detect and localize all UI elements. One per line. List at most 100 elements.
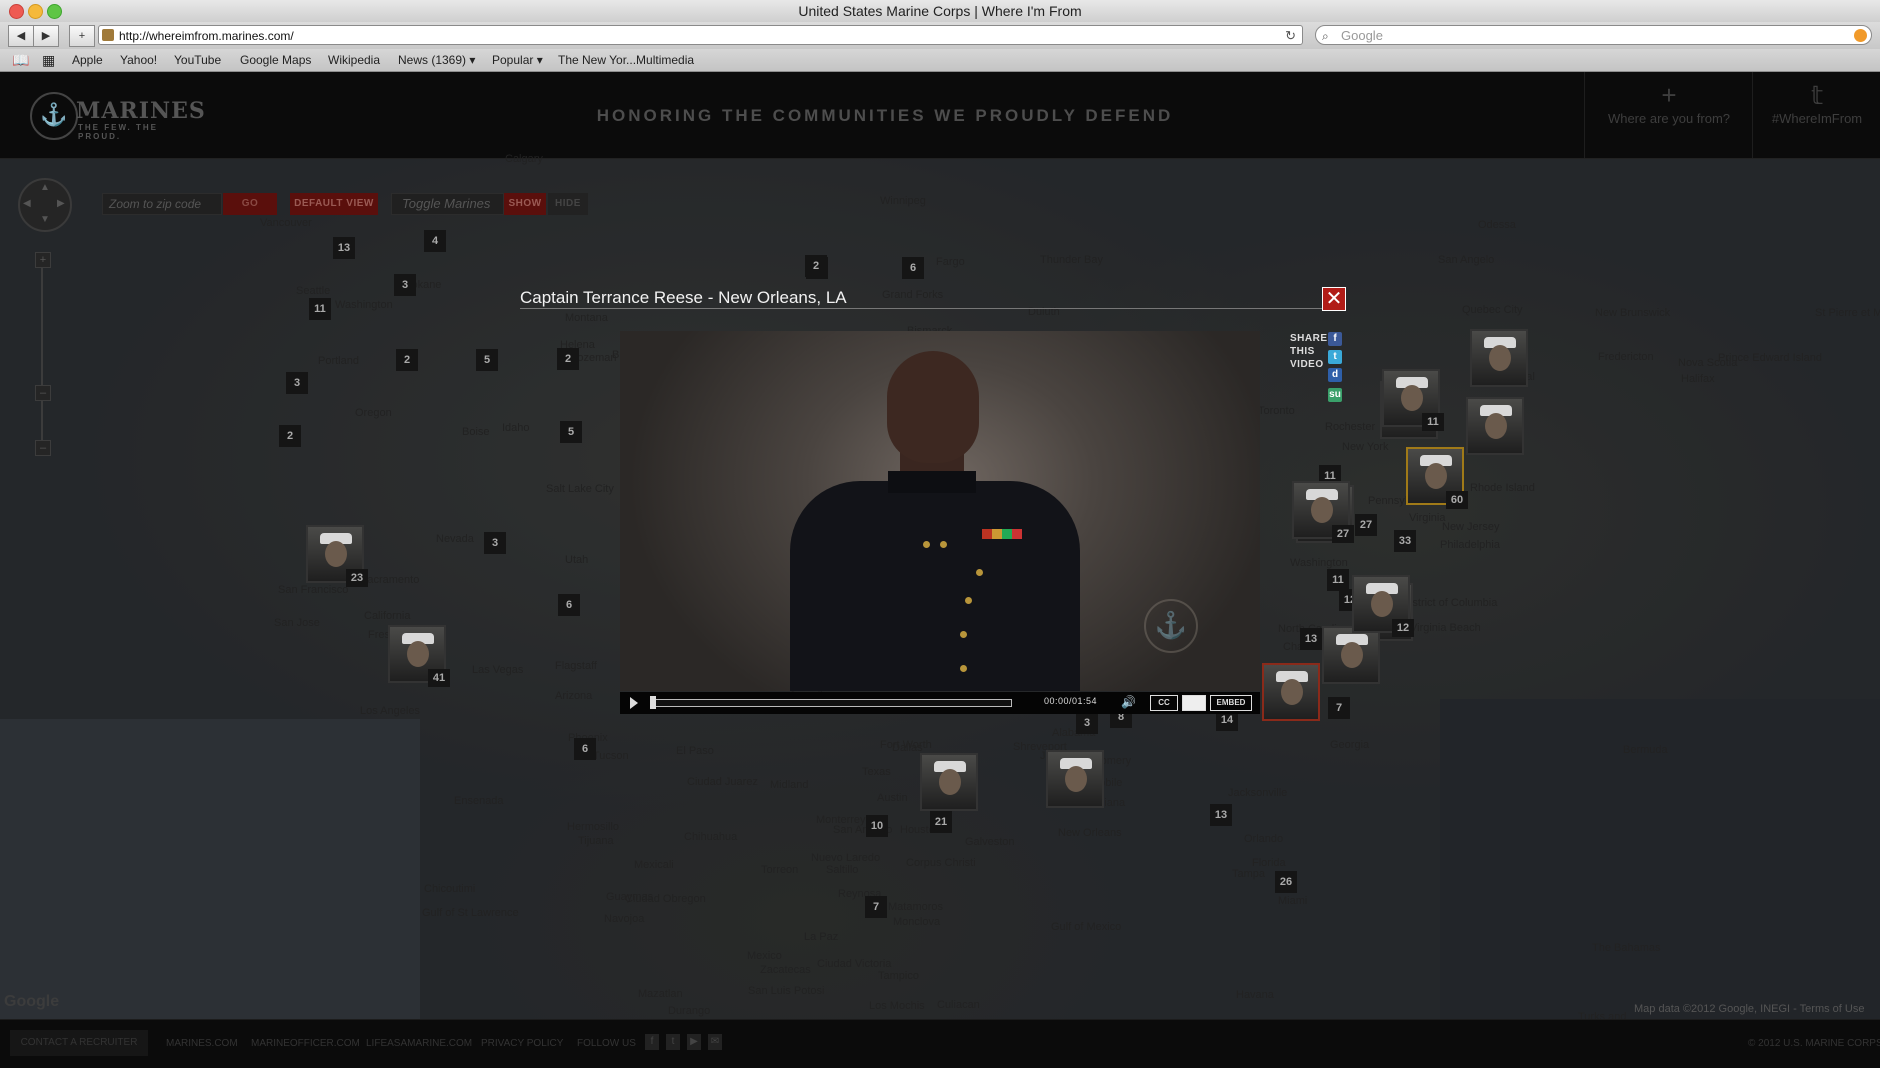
address-bar[interactable]: http://whereimfrom.marines.com/ ↻: [98, 25, 1303, 45]
marker-cluster[interactable]: 33: [1394, 530, 1416, 552]
bookmark-youtube[interactable]: YouTube: [174, 49, 221, 71]
marker-cluster[interactable]: 3: [286, 372, 308, 394]
bookmark-apple[interactable]: Apple: [72, 49, 103, 71]
marine-thumbnail[interactable]: [1046, 750, 1104, 808]
stumbleupon-share-icon[interactable]: su: [1328, 388, 1342, 402]
bookmark-news[interactable]: News (1369) ▾: [398, 49, 475, 71]
marine-thumbnail[interactable]: 27: [1292, 481, 1354, 543]
zoom-out-button[interactable]: –: [35, 440, 51, 456]
video-scrubber-handle[interactable]: [650, 696, 656, 709]
search-field[interactable]: ⌕ Google: [1315, 25, 1872, 45]
marker-cluster[interactable]: 13: [1210, 804, 1232, 826]
marker-cluster[interactable]: 7: [1328, 697, 1350, 719]
marker-cluster[interactable]: 3: [1076, 712, 1098, 734]
marine-thumbnail[interactable]: [1466, 397, 1524, 455]
marine-thumbnail[interactable]: [1470, 329, 1528, 387]
default-view-button[interactable]: DEFAULT VIEW: [290, 193, 378, 215]
minimize-window-button[interactable]: [28, 4, 43, 19]
embed-button[interactable]: EMBED: [1210, 695, 1252, 711]
pan-down-icon[interactable]: ▼: [40, 214, 50, 225]
footer-link-lifeasamarine[interactable]: LIFEASAMARINE.COM: [366, 1038, 472, 1049]
cc-button[interactable]: CC: [1150, 695, 1178, 711]
show-marines-button[interactable]: SHOW: [504, 193, 546, 215]
zoom-window-button[interactable]: [47, 4, 62, 19]
marine-thumbnail[interactable]: [920, 753, 978, 811]
close-window-button[interactable]: [9, 4, 24, 19]
reload-icon[interactable]: ↻: [1285, 26, 1296, 46]
marine-thumbnail[interactable]: 12: [1352, 575, 1414, 637]
pan-up-icon[interactable]: ▲: [40, 182, 50, 193]
marker-cluster[interactable]: 2: [279, 425, 301, 447]
marker-cluster[interactable]: 6: [902, 257, 924, 279]
marker-cluster[interactable]: 3: [484, 532, 506, 554]
marker-cluster[interactable]: 5: [560, 421, 582, 443]
facebook-icon[interactable]: f: [645, 1034, 659, 1050]
marker-cluster[interactable]: 3: [394, 274, 416, 296]
marine-thumbnail[interactable]: [1322, 626, 1380, 684]
where-are-you-from-link[interactable]: + Where are you from?: [1584, 72, 1753, 158]
search-engine-icon[interactable]: [1854, 29, 1867, 42]
marker-cluster[interactable]: 5: [476, 349, 498, 371]
url-text: http://whereimfrom.marines.com/: [119, 29, 294, 43]
twitter-icon[interactable]: t: [666, 1034, 680, 1050]
video-progress-track[interactable]: [650, 699, 1012, 707]
digg-share-icon[interactable]: d: [1328, 368, 1342, 382]
hashtag-link[interactable]: 𝕥 #WhereImFrom: [1752, 72, 1880, 158]
contact-recruiter-button[interactable]: CONTACT A RECRUITER: [10, 1030, 148, 1056]
marine-thumbnail[interactable]: 23: [306, 525, 368, 587]
zip-code-input[interactable]: Zoom to zip code: [102, 193, 222, 215]
volume-icon[interactable]: 🔊: [1121, 695, 1136, 709]
fullscreen-button[interactable]: [1182, 695, 1206, 711]
video-player[interactable]: ⚓: [620, 331, 1260, 691]
marine-thumbnail[interactable]: [1262, 663, 1320, 721]
pan-left-icon[interactable]: ◀: [23, 198, 31, 209]
footer-link-marines[interactable]: MARINES.COM: [166, 1038, 238, 1049]
reading-list-icon[interactable]: 📖: [12, 49, 29, 71]
zip-go-button[interactable]: GO: [223, 193, 277, 215]
zoom-in-button[interactable]: +: [35, 252, 51, 268]
marine-thumbnail[interactable]: 60: [1406, 447, 1468, 509]
bookmark-google-maps[interactable]: Google Maps: [240, 49, 311, 71]
bookmark-nytimes[interactable]: The New Yor...Multimedia: [558, 49, 694, 71]
marker-cluster[interactable]: 6: [558, 594, 580, 616]
map-credit[interactable]: Map data ©2012 Google, INEGI - Terms of …: [1634, 1003, 1864, 1015]
bookmark-popular[interactable]: Popular ▾: [492, 49, 543, 71]
marker-cluster[interactable]: 13: [1300, 628, 1322, 650]
marine-thumbnail[interactable]: 41: [388, 625, 450, 687]
play-icon[interactable]: [630, 697, 638, 709]
marine-thumbnail[interactable]: 11: [1382, 369, 1444, 431]
footer-link-privacy[interactable]: PRIVACY POLICY: [481, 1038, 563, 1049]
back-button[interactable]: ◀: [8, 25, 34, 47]
marker-cluster[interactable]: 2: [805, 255, 827, 277]
marker-cluster[interactable]: 2: [396, 349, 418, 371]
map-pan-control[interactable]: ▲ ▼ ◀ ▶: [18, 178, 72, 232]
bookmark-yahoo[interactable]: Yahoo!: [120, 49, 157, 71]
zoom-slider-handle[interactable]: –: [35, 385, 51, 401]
top-sites-icon[interactable]: ▦: [42, 49, 55, 71]
bookmark-wikipedia[interactable]: Wikipedia: [328, 49, 380, 71]
forward-button[interactable]: ▶: [33, 25, 59, 47]
close-video-button[interactable]: ✕: [1322, 287, 1346, 311]
email-icon[interactable]: ✉: [708, 1034, 722, 1050]
marker-cluster[interactable]: 10: [866, 815, 888, 837]
marker-cluster[interactable]: 11: [1327, 569, 1349, 591]
youtube-icon[interactable]: ▶: [687, 1034, 701, 1050]
marker-cluster[interactable]: 13: [333, 237, 355, 259]
add-bookmark-button[interactable]: +: [69, 25, 95, 47]
marker-cluster[interactable]: 27: [1355, 514, 1377, 536]
facebook-share-icon[interactable]: f: [1328, 332, 1342, 346]
marker-cluster[interactable]: 2: [557, 348, 579, 370]
footer-link-marineofficer[interactable]: MARINEOFFICER.COM: [251, 1038, 360, 1049]
marines-logo[interactable]: ⚓ MARINES THE FEW. THE PROUD.: [30, 92, 205, 141]
marker-cluster[interactable]: 6: [574, 738, 596, 760]
zoom-track[interactable]: [41, 264, 43, 444]
twitter-share-icon[interactable]: t: [1328, 350, 1342, 364]
pan-right-icon[interactable]: ▶: [57, 198, 65, 209]
hide-marines-button[interactable]: HIDE: [548, 193, 588, 215]
marker-cluster[interactable]: 4: [424, 230, 446, 252]
marker-cluster[interactable]: 21: [930, 811, 952, 833]
logo-tag: THE FEW. THE PROUD.: [78, 123, 158, 141]
marker-cluster[interactable]: 26: [1275, 871, 1297, 893]
marker-cluster[interactable]: 11: [309, 298, 331, 320]
marker-cluster[interactable]: 7: [865, 896, 887, 918]
